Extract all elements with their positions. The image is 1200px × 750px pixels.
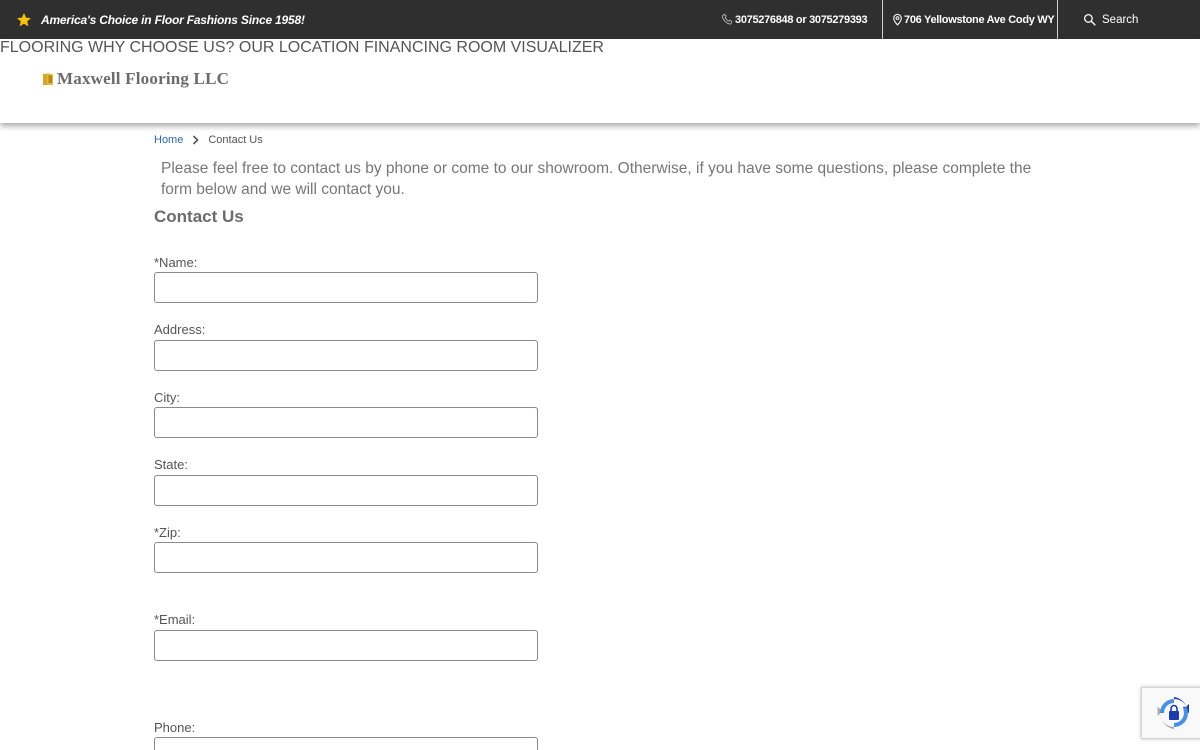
tagline: America's Choice in Floor Fashions Since…	[16, 0, 305, 39]
logo-text: Maxwell Flooring LLC	[57, 69, 230, 88]
map-pin-icon	[893, 13, 902, 26]
recaptcha-badge[interactable]	[1141, 687, 1200, 739]
nav-flooring[interactable]: FLOORING	[0, 39, 84, 56]
star-icon	[17, 12, 31, 26]
recaptcha-icon	[1157, 697, 1189, 729]
phone-link[interactable]: 3075276848 or 3075279393	[721, 0, 868, 39]
name-input[interactable]	[154, 272, 538, 303]
phone-icon	[721, 13, 733, 25]
site-header: Maxwell Flooring LLC FLOORING WHY CHOOSE…	[0, 39, 1200, 123]
breadcrumb-current: Contact Us	[208, 134, 263, 146]
phone-label: Phone:	[154, 720, 196, 735]
city-label: City:	[154, 390, 180, 405]
email-label: *Email:	[154, 612, 196, 627]
email-input[interactable]	[154, 630, 538, 661]
search-label: Search	[1102, 13, 1139, 26]
state-label: State:	[154, 457, 188, 472]
page-title: Contact Us	[154, 207, 244, 226]
search-icon	[1083, 13, 1096, 26]
address-text: 706 Yellowstone Ave Cody WY	[904, 13, 1055, 26]
phone-text: 3075276848 or 3075279393	[735, 13, 868, 26]
topbar-divider	[882, 0, 883, 39]
site-logo[interactable]: Maxwell Flooring LLC	[42, 69, 229, 89]
zip-input[interactable]	[154, 542, 538, 573]
search-button[interactable]: Search	[1083, 0, 1138, 39]
name-label: *Name:	[154, 255, 198, 270]
tagline-text: America's Choice in Floor Fashions Since…	[41, 12, 305, 27]
nav-room-visualizer[interactable]: ROOM VISUALIZER	[456, 39, 604, 56]
address-label: Address:	[154, 322, 206, 337]
address-link[interactable]: 706 Yellowstone Ave Cody WY	[892, 0, 1055, 39]
nav-why-choose-us[interactable]: WHY CHOOSE US?	[88, 39, 234, 56]
zip-label: *Zip:	[154, 525, 181, 540]
state-input[interactable]	[154, 475, 538, 506]
phone-input[interactable]	[154, 737, 538, 750]
top-bar: America's Choice in Floor Fashions Since…	[0, 0, 1200, 39]
breadcrumb-home[interactable]: Home	[154, 134, 183, 146]
address-input[interactable]	[154, 340, 538, 371]
intro-text: Please feel free to contact us by phone …	[161, 160, 1032, 198]
chevron-right-icon	[193, 135, 199, 145]
breadcrumb: Home Contact Us	[154, 134, 263, 146]
nav-financing[interactable]: FINANCING	[364, 39, 452, 56]
topbar-divider	[1057, 0, 1058, 39]
city-input[interactable]	[154, 407, 538, 438]
logo-mark-icon	[43, 73, 53, 85]
nav-our-location[interactable]: OUR LOCATION	[239, 39, 360, 56]
